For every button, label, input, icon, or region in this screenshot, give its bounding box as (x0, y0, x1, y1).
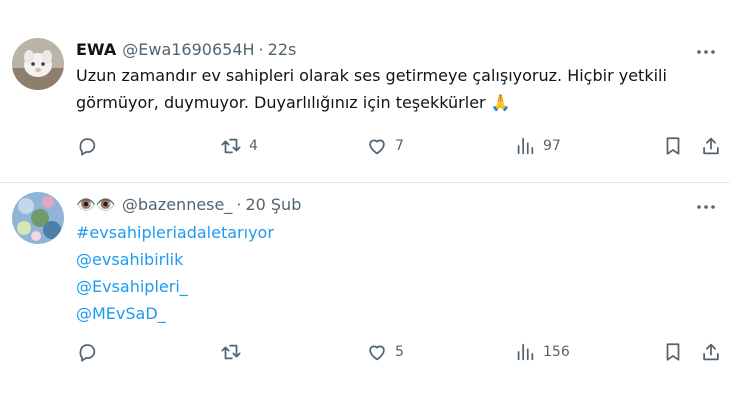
separator: · (236, 195, 242, 214)
avatar[interactable] (12, 192, 64, 244)
reply-icon (79, 344, 96, 362)
retweet-icon (221, 344, 241, 360)
tweet-actions: 5 156 (76, 341, 724, 365)
reply-icon (79, 138, 96, 156)
bookmark-button[interactable] (662, 135, 684, 157)
retweet-count: 4 (249, 138, 258, 154)
more-button[interactable] (696, 197, 716, 217)
avatar[interactable] (12, 38, 64, 90)
more-icon (697, 50, 715, 54)
tweet-text: #evsahipleriadaletarıyor @evsahibirlik @… (76, 219, 716, 327)
reply-button[interactable] (76, 341, 105, 363)
like-button[interactable]: 7 (366, 135, 404, 157)
tweet-text: Uzun zamandır ev sahipleri olarak ses ge… (76, 62, 716, 116)
retweet-button[interactable] (220, 341, 249, 363)
user-handle[interactable]: @Ewa1690654H (122, 40, 254, 59)
tweet-text-line: Uzun zamandır ev sahipleri olarak ses ge… (76, 66, 667, 85)
mention-link[interactable]: @Evsahipleri_ (76, 273, 716, 300)
like-button[interactable]: 5 (366, 341, 404, 363)
views-button[interactable]: 156 (514, 341, 570, 363)
more-button[interactable] (696, 42, 716, 62)
reply-button[interactable] (76, 135, 105, 157)
user-handle[interactable]: @bazennese_ (122, 195, 233, 214)
share-button[interactable] (700, 135, 722, 157)
like-icon (369, 345, 385, 361)
bookmark-icon (666, 137, 680, 155)
like-count: 7 (395, 138, 404, 154)
more-icon (697, 205, 715, 209)
timestamp[interactable]: 22s (268, 40, 297, 59)
share-button[interactable] (700, 341, 722, 363)
views-icon (517, 137, 534, 155)
bookmark-button[interactable] (662, 341, 684, 363)
mention-link[interactable]: @evsahibirlik (76, 246, 716, 273)
retweet-icon (221, 138, 241, 154)
separator: · (258, 40, 264, 59)
tweet-text-line: görmüyor, duymuyor. Duyarlılığınız için … (76, 93, 511, 112)
hashtag-link[interactable]: #evsahipleriadaletarıyor (76, 219, 716, 246)
share-icon (703, 137, 719, 155)
tweet-header: EWA @Ewa1690654H · 22s (76, 40, 296, 59)
views-button[interactable]: 97 (514, 135, 561, 157)
views-count: 156 (543, 344, 570, 360)
timestamp[interactable]: 20 Şub (245, 195, 301, 214)
like-icon (369, 139, 385, 155)
like-count: 5 (395, 344, 404, 360)
share-icon (703, 343, 719, 361)
tweet[interactable]: 👁️👁️ @bazennese_ · 20 Şub #evsahipleriad… (0, 183, 730, 420)
views-icon (517, 343, 534, 361)
tweet-header: 👁️👁️ @bazennese_ · 20 Şub (76, 195, 301, 214)
tweet[interactable]: EWA @Ewa1690654H · 22s Uzun zamandır ev … (0, 0, 730, 182)
views-count: 97 (543, 138, 561, 154)
retweet-button[interactable]: 4 (220, 135, 258, 157)
bookmark-icon (666, 343, 680, 361)
display-name[interactable]: 👁️👁️ (76, 195, 116, 214)
mention-link[interactable]: @MEvSaD_ (76, 300, 716, 327)
tweet-actions: 4 7 97 (76, 135, 724, 159)
display-name[interactable]: EWA (76, 40, 116, 59)
